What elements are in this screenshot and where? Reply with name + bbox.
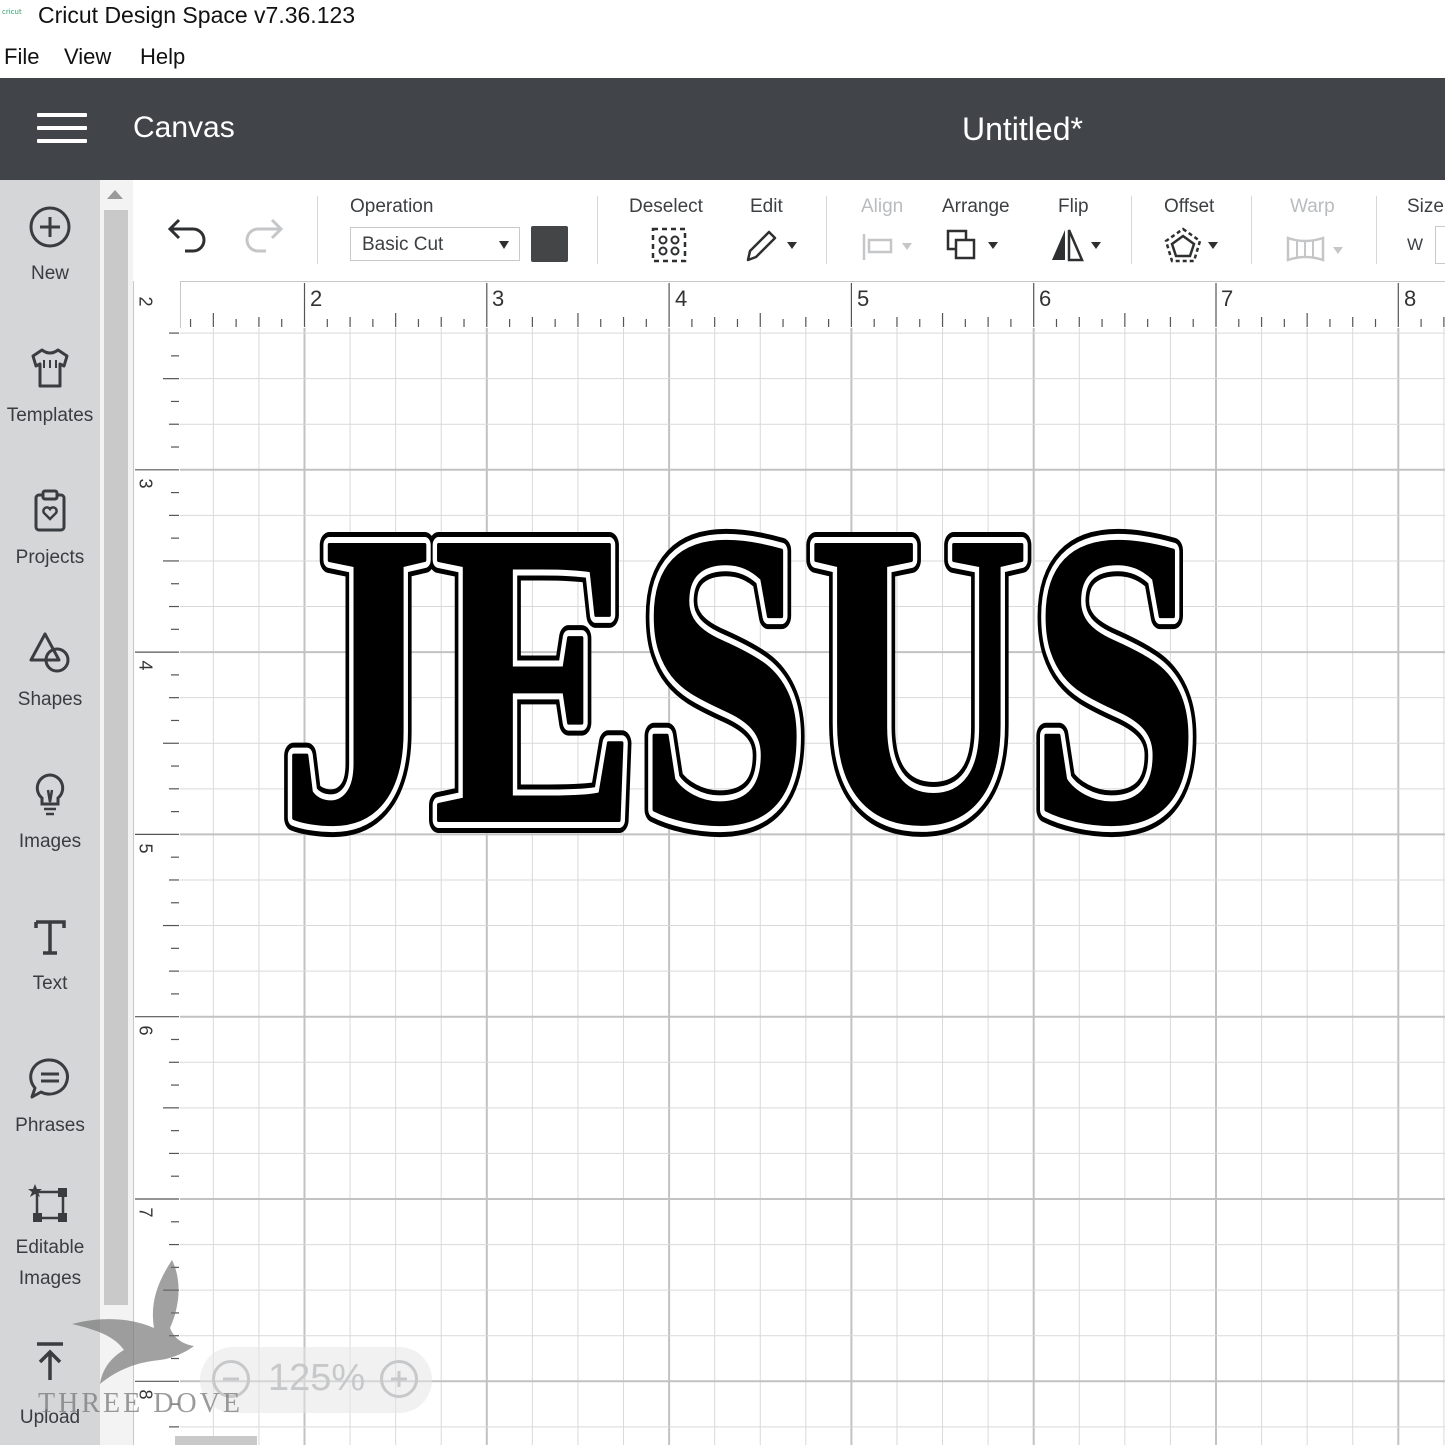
canvas-horizontal-scrollbar[interactable] bbox=[175, 1436, 257, 1445]
zoom-in-button[interactable] bbox=[380, 1360, 418, 1398]
dove-watermark-icon bbox=[72, 1260, 194, 1384]
design-text: JESUS bbox=[280, 480, 1200, 860]
watermark-text: THREE DOVE bbox=[38, 1388, 243, 1419]
design-text-object[interactable]: JESUS JESUS JESUS bbox=[270, 480, 1210, 860]
plus-icon bbox=[391, 1371, 407, 1387]
zoom-level: 125% bbox=[268, 1357, 366, 1399]
